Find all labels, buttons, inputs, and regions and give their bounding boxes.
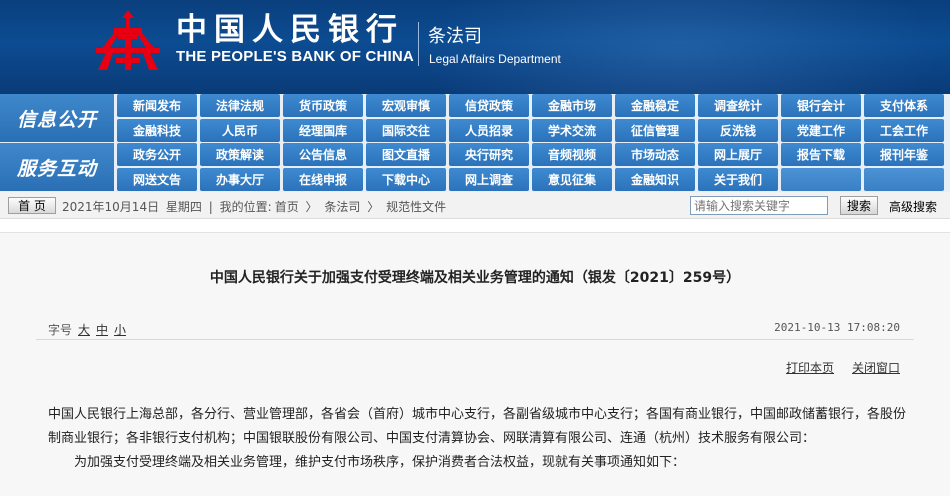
article-meta-row: 字号 大 中 小 2021-10-13 17:08:20 [36, 316, 914, 340]
advanced-search-link[interactable]: 高级搜索 [889, 198, 937, 215]
nav-item[interactable]: 新闻发布 [117, 94, 197, 117]
department-name-cn: 条法司 [428, 26, 482, 47]
nav-row: 金融科技 人民币 经理国库 国际交往 人员招录 学术交流 征信管理 反洗钱 党建工作 工会工作 [117, 119, 950, 142]
nav-section-label: 服务互动 [0, 143, 114, 191]
nav-item[interactable]: 报告下载 [781, 143, 861, 166]
nav-item[interactable]: 国际交往 [366, 119, 446, 142]
nav-row: 网送文告 办事大厅 在线申报 下载中心 网上调查 意见征集 金融知识 关于我们 [117, 168, 950, 191]
article-body: 中国人民银行上海总部，各分行、营业管理部，各省会（首府）城市中心支行，各副省级城… [48, 403, 910, 475]
nav-item[interactable]: 银行会计 [781, 94, 861, 117]
nav-item[interactable]: 金融稳定 [615, 94, 695, 117]
nav-item-empty [781, 168, 861, 191]
nav-item[interactable]: 调查统计 [698, 94, 778, 117]
nav-item[interactable]: 关于我们 [698, 168, 778, 191]
location-prefix: 我的位置: [219, 200, 272, 214]
font-size-label: 字号 [48, 323, 73, 337]
nav-item[interactable]: 经理国库 [283, 119, 363, 142]
close-window-link[interactable]: 关闭窗口 [852, 359, 900, 376]
nav-item[interactable]: 党建工作 [781, 119, 861, 142]
main-navigation: 信息公开 新闻发布 法律法规 货币政策 宏观审慎 信贷政策 金融市场 金融稳定 调查统计 银行会… [0, 94, 950, 192]
nav-item[interactable]: 在线申报 [283, 168, 363, 191]
nav-item[interactable]: 学术交流 [532, 119, 612, 142]
nav-item[interactable]: 办事大厅 [200, 168, 280, 191]
nav-item[interactable]: 政务公开 [117, 143, 197, 166]
nav-item[interactable]: 央行研究 [449, 143, 529, 166]
font-size-medium-link[interactable]: 中 [96, 321, 108, 338]
search-button[interactable]: 搜索 [840, 196, 878, 215]
header-glow [420, 0, 940, 94]
recipients-paragraph: 中国人民银行上海总部，各分行、营业管理部，各省会（首府）城市中心支行，各副省级城… [48, 407, 907, 446]
nav-item[interactable]: 金融科技 [117, 119, 197, 142]
breadcrumb-link-category[interactable]: 规范性文件 [386, 200, 446, 214]
nav-item[interactable]: 人民币 [200, 119, 280, 142]
publish-time: 2021-10-13 17:08:20 [774, 321, 900, 334]
nav-item[interactable]: 下载中心 [366, 168, 446, 191]
nav-item[interactable]: 政策解读 [200, 143, 280, 166]
print-page-link[interactable]: 打印本页 [786, 359, 834, 376]
breadcrumb-bar: 首 页 2021年10月14日 星期四 | 我的位置: 首页 〉 条法司 〉 规范… [0, 192, 950, 219]
font-size-small-link[interactable]: 小 [114, 321, 126, 338]
nav-item[interactable]: 支付体系 [864, 94, 944, 117]
breadcrumb: 2021年10月14日 星期四 | 我的位置: 首页 〉 条法司 〉 规范性文件 [62, 198, 449, 215]
nav-item[interactable]: 征信管理 [615, 119, 695, 142]
nav-item[interactable]: 金融市场 [532, 94, 612, 117]
nav-item[interactable]: 金融知识 [615, 168, 695, 191]
nav-row: 政务公开 政策解读 公告信息 图文直播 央行研究 音频视频 市场动态 网上展厅 报告下载 报刊年鉴 [117, 143, 950, 166]
nav-section-info-disclosure: 信息公开 新闻发布 法律法规 货币政策 宏观审慎 信贷政策 金融市场 金融稳定 调查统计 银行会… [0, 94, 950, 142]
chevron-right-icon: 〉 [367, 200, 380, 214]
breadcrumb-link-dept[interactable]: 条法司 [324, 200, 360, 214]
home-button[interactable]: 首 页 [8, 197, 56, 214]
nav-item[interactable]: 网送文告 [117, 168, 197, 191]
nav-item[interactable]: 网上展厅 [698, 143, 778, 166]
nav-item[interactable]: 网上调查 [449, 168, 529, 191]
breadcrumb-link-home[interactable]: 首页 [275, 200, 299, 214]
nav-item[interactable]: 报刊年鉴 [864, 143, 944, 166]
pboc-emblem-icon[interactable] [92, 8, 164, 74]
nav-item[interactable]: 货币政策 [283, 94, 363, 117]
bank-name-en: THE PEOPLE'S BANK OF CHINA [176, 48, 414, 65]
nav-item[interactable]: 图文直播 [366, 143, 446, 166]
body-paragraph: 为加强支付受理终端及相关业务管理，维护支付市场秩序，保护消费者合法权益，现就有关… [74, 455, 686, 470]
nav-item[interactable]: 市场动态 [615, 143, 695, 166]
nav-item[interactable]: 信贷政策 [449, 94, 529, 117]
current-date: 2021年10月14日 [62, 200, 160, 214]
breadcrumb-divider: | [208, 200, 213, 214]
article-panel: 中国人民银行关于加强支付受理终端及相关业务管理的通知（银发〔2021〕259号）… [0, 232, 950, 496]
search-input[interactable] [690, 196, 828, 215]
nav-item[interactable]: 公告信息 [283, 143, 363, 166]
nav-item[interactable]: 人员招录 [449, 119, 529, 142]
header-divider [418, 22, 419, 66]
nav-item[interactable]: 工会工作 [864, 119, 944, 142]
nav-item[interactable]: 反洗钱 [698, 119, 778, 142]
nav-section-label: 信息公开 [0, 94, 114, 142]
nav-item[interactable]: 宏观审慎 [366, 94, 446, 117]
nav-item[interactable]: 意见征集 [532, 168, 612, 191]
nav-section-service-interaction: 服务互动 政务公开 政策解读 公告信息 图文直播 央行研究 音频视频 市场动态 网上展厅 报告下… [0, 143, 950, 191]
nav-row: 新闻发布 法律法规 货币政策 宏观审慎 信贷政策 金融市场 金融稳定 调查统计 银行会计 支付体系 [117, 94, 950, 117]
nav-item[interactable]: 音频视频 [532, 143, 612, 166]
font-size-large-link[interactable]: 大 [78, 321, 90, 338]
current-weekday: 星期四 [165, 200, 202, 214]
bank-name-cn: 中国人民银行 [176, 12, 404, 48]
nav-grid: 新闻发布 法律法规 货币政策 宏观审慎 信贷政策 金融市场 金融稳定 调查统计 银行会计 支付体系… [117, 94, 950, 142]
chevron-right-icon: 〉 [305, 200, 318, 214]
nav-item-empty [864, 168, 944, 191]
nav-grid: 政务公开 政策解读 公告信息 图文直播 央行研究 音频视频 市场动态 网上展厅 报告下载 报刊年鉴… [117, 143, 950, 191]
nav-item[interactable]: 法律法规 [200, 94, 280, 117]
article-title: 中国人民银行关于加强支付受理终端及相关业务管理的通知（银发〔2021〕259号） [209, 270, 741, 286]
department-name-en: Legal Affairs Department [429, 52, 561, 66]
site-header: 中国人民银行 THE PEOPLE'S BANK OF CHINA 条法司 Le… [0, 0, 950, 94]
